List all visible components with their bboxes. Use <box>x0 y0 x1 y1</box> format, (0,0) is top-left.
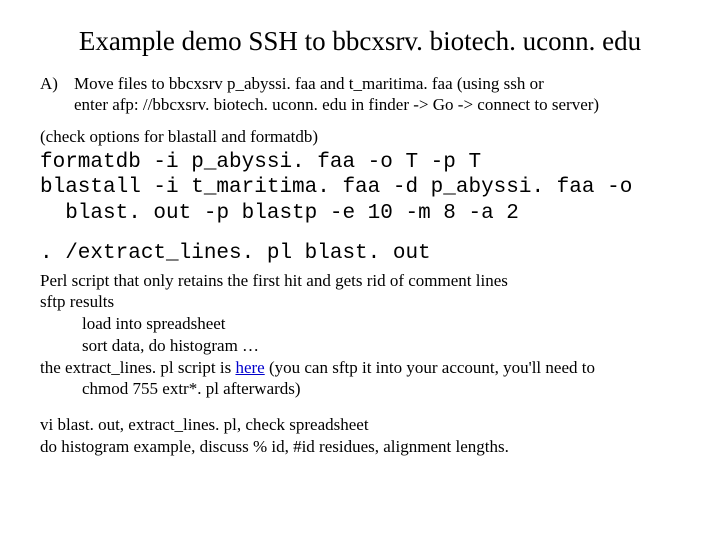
closing-line2: do histogram example, discuss % id, #id … <box>40 436 680 458</box>
step-a-marker: A) <box>40 73 74 117</box>
check-options-note: (check options for blastall and formatdb… <box>40 126 680 148</box>
script-location-line: the extract_lines. pl script is here (yo… <box>40 357 680 379</box>
chmod-line: chmod 755 extr*. pl afterwards) <box>40 378 680 400</box>
perl-description: Perl script that only retains the first … <box>40 270 680 292</box>
here-link[interactable]: here <box>235 358 264 377</box>
closing-line1: vi blast. out, extract_lines. pl, check … <box>40 414 680 436</box>
sftp-load: load into spreadsheet <box>40 313 680 335</box>
code-block-commands: formatdb -i p_abyssi. faa -o T -p T blas… <box>40 150 680 227</box>
sftp-results-header: sftp results <box>40 291 680 313</box>
slide-title: Example demo SSH to bbcxsrv. biotech. uc… <box>40 24 680 59</box>
code-block-extract: . /extract_lines. pl blast. out <box>40 241 680 268</box>
script-location-post: (you can sftp it into your account, you'… <box>265 358 595 377</box>
step-a-line1: Move files to bbcxsrv p_abyssi. faa and … <box>74 73 680 95</box>
step-a-line2: enter afp: //bbcxsrv. biotech. uconn. ed… <box>74 94 680 116</box>
script-location-pre: the extract_lines. pl script is <box>40 358 235 377</box>
sftp-sort: sort data, do histogram … <box>40 335 680 357</box>
step-a: A) Move files to bbcxsrv p_abyssi. faa a… <box>40 73 680 117</box>
